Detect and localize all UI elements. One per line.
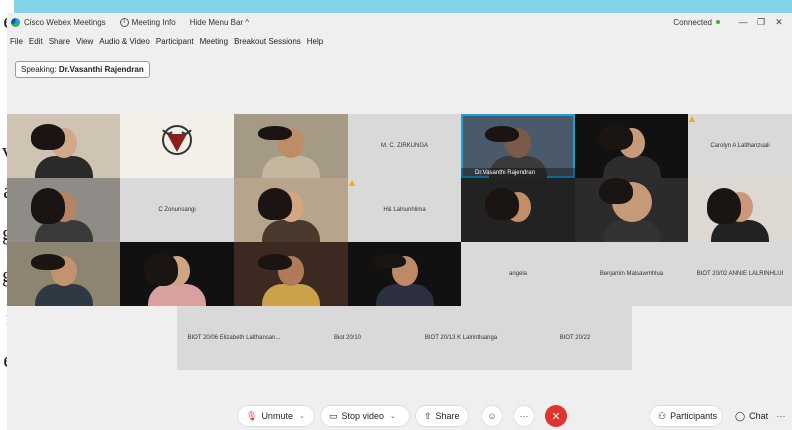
video-tile[interactable] — [348, 242, 461, 306]
hide-menu-label: Hide Menu Bar ^ — [189, 17, 250, 27]
participant-tile-annie[interactable]: BIOT 20/02 ANNIE LALRINHLUI — [688, 242, 792, 306]
video-tile[interactable] — [234, 242, 348, 306]
participant-name: M. C. ZIRKUNGA — [380, 143, 428, 149]
participants-button[interactable]: ⚇ Participants — [649, 405, 723, 427]
title-bar: Cisco Webex Meetings i Meeting Info Hide… — [7, 13, 792, 31]
participants-label: Participants — [670, 411, 718, 421]
participant-tile-carolyn[interactable]: Carolyn A Lalthanzuali — [688, 114, 792, 178]
chat-label: Chat — [749, 411, 769, 421]
participant-tile-elizabeth[interactable]: BIOT 20/06 Elizabeth Lalthansan... — [177, 306, 291, 370]
participant-name: BIOT 20/06 Elizabeth Lalthansan... — [187, 335, 281, 341]
share-label: Share — [435, 411, 460, 421]
video-tile[interactable] — [234, 178, 348, 242]
smiley-icon: ☺ — [487, 411, 497, 421]
video-tile[interactable] — [575, 114, 688, 178]
unmute-button[interactable]: 🎙 Unmute ⌄ — [237, 405, 315, 427]
webex-logo-icon — [11, 17, 20, 27]
menu-view[interactable]: View — [76, 37, 93, 46]
menu-bar: File Edit Share View Audio & Video Parti… — [10, 34, 329, 48]
more-icon: ··· — [519, 411, 529, 421]
video-tile[interactable] — [7, 114, 120, 178]
participant-tile-lalnunhlima[interactable]: H& Lalnunhlima — [348, 178, 461, 242]
video-tile[interactable] — [120, 242, 234, 306]
speaker-label: Dr.Vasanthi Rajendran — [461, 168, 575, 178]
video-tile[interactable] — [7, 178, 120, 242]
share-icon: ⇧ — [424, 410, 432, 421]
participant-name: BIOT 20/02 ANNIE LALRINHLUI — [696, 271, 784, 277]
leave-meeting-button[interactable]: ✕ — [545, 405, 567, 427]
menu-help[interactable]: Help — [307, 37, 323, 46]
participant-name: angela — [508, 271, 528, 277]
speaker-name: Dr.Vasanthi Rajendran — [58, 65, 144, 74]
meeting-info-button[interactable]: i Meeting Info — [119, 17, 176, 27]
hide-menu-bar-button[interactable]: Hide Menu Bar ^ — [190, 18, 249, 27]
menu-participant[interactable]: Participant — [156, 37, 194, 46]
close-button[interactable]: ✕ — [772, 17, 786, 28]
restore-button[interactable]: ❐ — [754, 17, 768, 28]
webex-window: Cisco Webex Meetings i Meeting Info Hide… — [7, 13, 792, 430]
more-icon: ··· — [776, 411, 786, 421]
menu-audio-video[interactable]: Audio & Video — [99, 37, 150, 46]
connected-dot-icon — [716, 20, 720, 24]
menu-file[interactable]: File — [10, 37, 23, 46]
stop-video-button[interactable]: ▭ Stop video ⌄ — [320, 405, 410, 427]
participant-tile-biot22[interactable]: BIOT 20/22 — [518, 306, 632, 370]
minimize-button[interactable]: — — [736, 17, 750, 27]
overflow-menu-button[interactable]: ··· — [770, 405, 792, 427]
participant-tile-biot10[interactable]: Biot 20/10 — [291, 306, 404, 370]
video-tile-active-speaker[interactable]: Dr.Vasanthi Rajendran — [461, 114, 575, 178]
connection-status: Connected — [673, 17, 712, 27]
video-camera-icon: ▭ — [329, 410, 338, 421]
participant-name: H& Lalnunhlima — [383, 207, 426, 213]
menu-breakout-sessions[interactable]: Breakout Sessions — [234, 37, 301, 46]
warning-icon — [689, 116, 695, 122]
menu-share[interactable]: Share — [49, 37, 70, 46]
active-speaker-indicator: Speaking: Dr.Vasanthi Rajendran — [15, 61, 150, 78]
stop-video-label: Stop video — [341, 411, 385, 421]
participant-name: Carolyn A Lalthanzuali — [710, 143, 770, 149]
participant-name: BIOT 20/13 K Lalrintluanga — [424, 335, 498, 341]
participant-tile-lalrintluanga[interactable]: BIOT 20/13 K Lalrintluanga — [404, 306, 518, 370]
unmute-label: Unmute — [261, 411, 293, 421]
more-options-button[interactable]: ··· — [513, 405, 535, 427]
meeting-controls: 🎙 Unmute ⌄ ▭ Stop video ⌄ ⇧ Share ☺ ··· … — [7, 405, 792, 430]
participant-name: Biot 20/10 — [333, 335, 362, 341]
reactions-button[interactable]: ☺ — [481, 405, 503, 427]
video-tile[interactable] — [575, 178, 688, 242]
video-tile[interactable] — [461, 178, 575, 242]
bull-logo-icon — [162, 125, 192, 155]
video-tile[interactable] — [688, 178, 792, 242]
app-name: Cisco Webex Meetings — [24, 17, 106, 27]
participant-tile-zirkunga[interactable]: M. C. ZIRKUNGA — [348, 114, 461, 178]
person-icon: ⚇ — [658, 410, 667, 421]
meeting-info-label: Meeting Info — [131, 17, 176, 27]
video-tile[interactable] — [7, 242, 120, 306]
app-title: Cisco Webex Meetings — [7, 17, 106, 27]
close-icon: ✕ — [551, 410, 561, 423]
speaking-prefix: Speaking: — [21, 65, 57, 74]
menu-meeting[interactable]: Meeting — [200, 37, 228, 46]
participant-name: BIOT 20/22 — [559, 335, 591, 341]
chat-bubble-icon: ◯ — [735, 410, 746, 421]
share-button[interactable]: ⇧ Share — [415, 405, 469, 427]
participant-tile-benjamin[interactable]: Benjamin Malsawmhlua — [575, 242, 688, 306]
info-icon: i — [119, 17, 129, 27]
participant-tile-angela[interactable]: angela — [461, 242, 575, 306]
video-tile-logo[interactable] — [120, 114, 234, 178]
participant-name: Benjamin Malsawmhlua — [599, 271, 664, 277]
chevron-down-icon: ⌄ — [298, 413, 305, 420]
warning-icon — [349, 180, 355, 186]
video-tile[interactable] — [234, 114, 348, 178]
menu-edit[interactable]: Edit — [29, 37, 43, 46]
participant-tile-zonunsangi[interactable]: C Zonunsangi — [120, 178, 234, 242]
chevron-down-icon: ⌄ — [390, 413, 396, 420]
chat-button[interactable]: ◯ Chat — [727, 405, 771, 427]
top-banner — [0, 0, 792, 12]
participant-name: C Zonunsangi — [158, 207, 196, 213]
microphone-muted-icon: 🎙 — [246, 410, 258, 421]
